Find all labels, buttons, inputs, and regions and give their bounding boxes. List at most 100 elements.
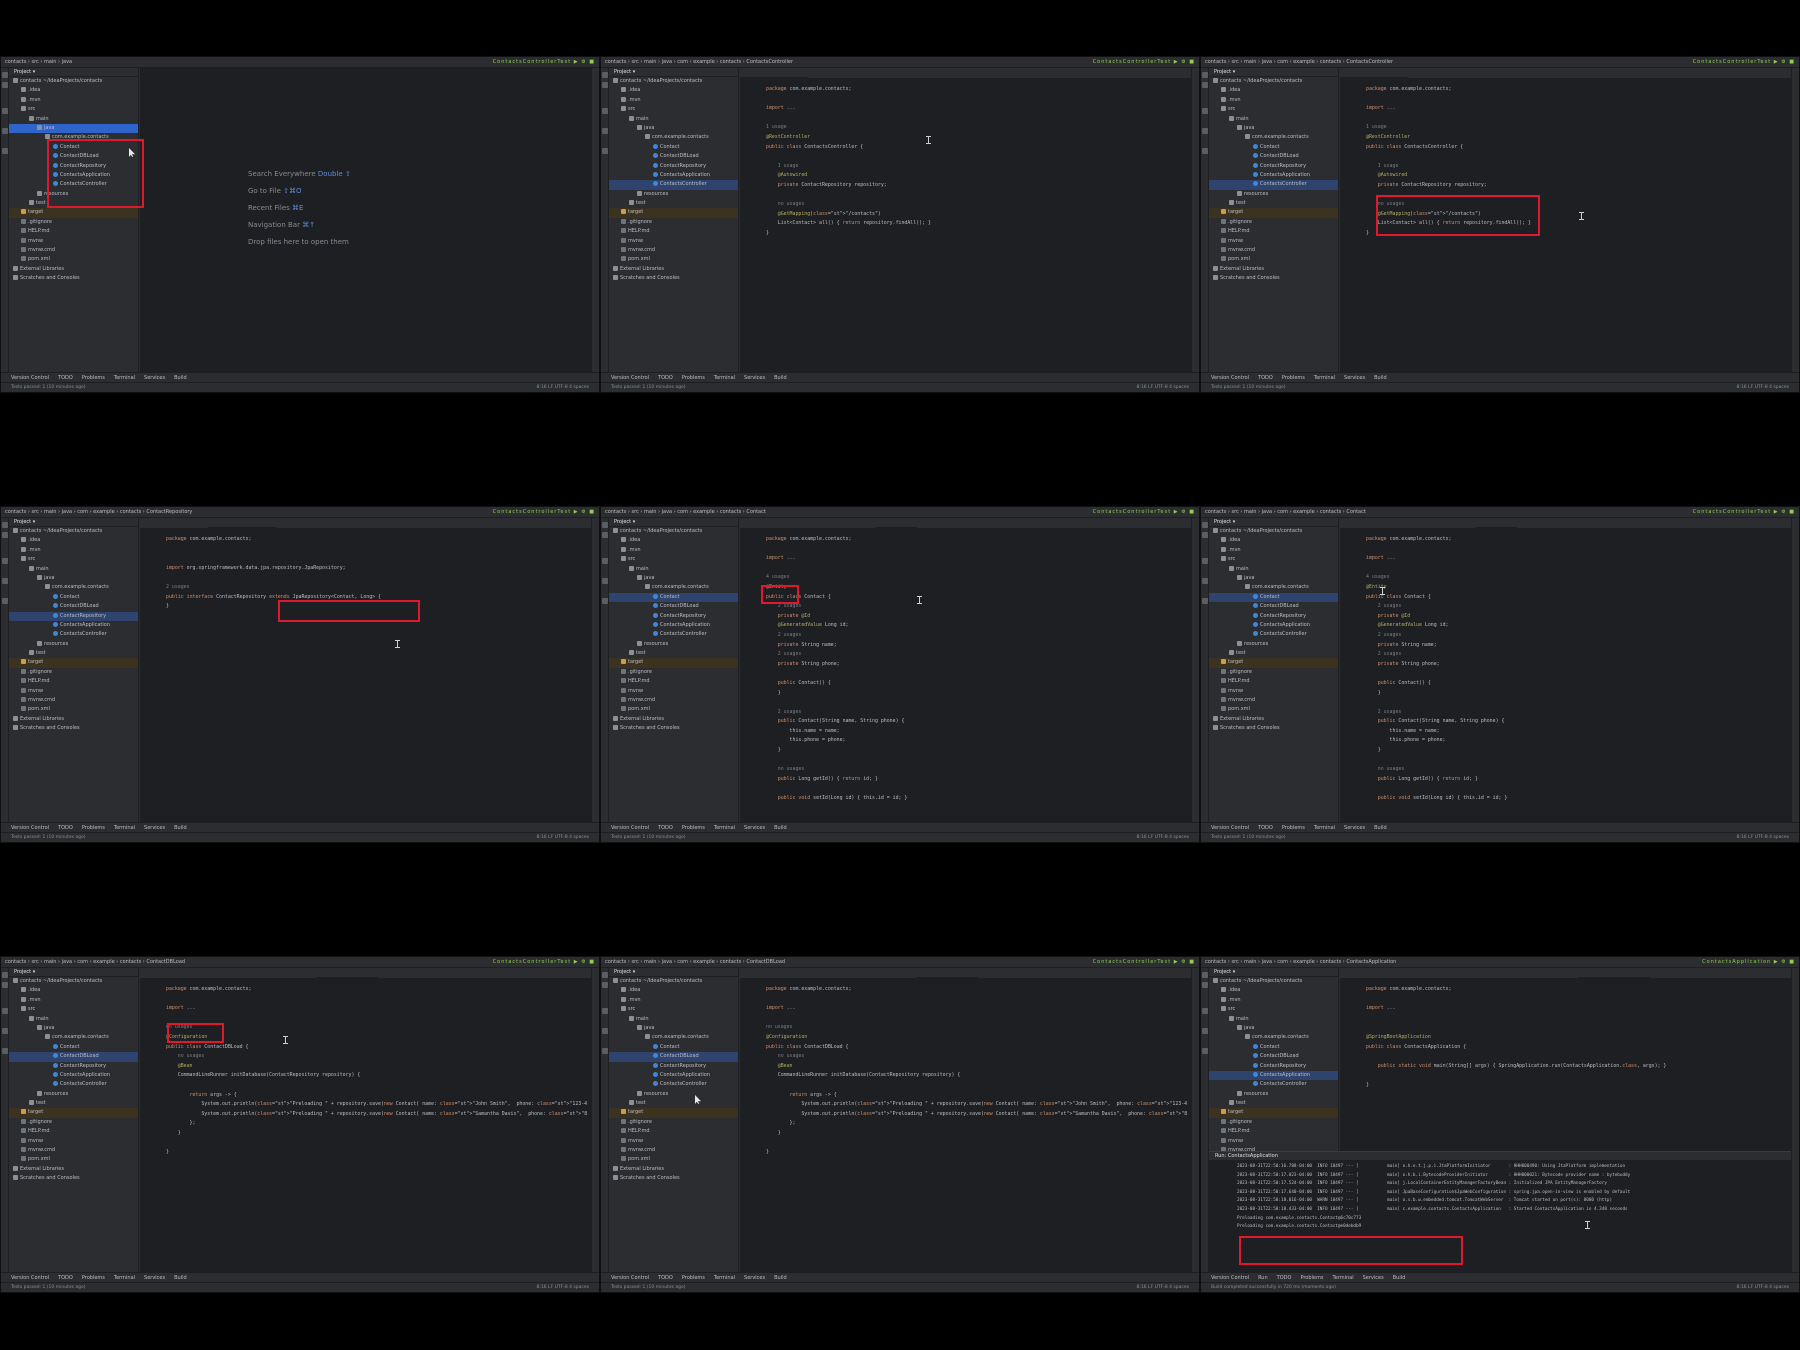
bottom-tool-tab[interactable]: TODO <box>658 1275 673 1281</box>
tree-item[interactable]: resources <box>609 640 738 649</box>
tree-item[interactable]: HELP.md <box>9 1127 138 1136</box>
bottom-tool-tab[interactable]: Services <box>1363 1275 1384 1281</box>
tree-item[interactable]: target <box>609 658 738 668</box>
tree-item[interactable]: .idea <box>609 536 738 545</box>
code-editor[interactable]: 1package com.example.contacts;23import .… <box>740 979 1191 1272</box>
project-tool-header[interactable]: Project ▾ <box>609 68 738 77</box>
status-right-info[interactable]: 8:16 LF UTF-8 4 spaces <box>1737 1283 1789 1292</box>
bottom-tool-tab[interactable]: Terminal <box>1332 1275 1353 1281</box>
bottom-tool-tab[interactable]: Terminal <box>1314 375 1335 381</box>
bookmarks-icon[interactable] <box>1202 108 1208 114</box>
tree-item[interactable]: .gitignore <box>9 218 138 227</box>
tree-item[interactable]: External Libraries <box>1209 265 1338 274</box>
tree-item[interactable]: HELP.md <box>9 677 138 686</box>
tree-item[interactable]: mvnw <box>9 1137 138 1146</box>
tree-item[interactable]: Contact <box>609 143 738 152</box>
tree-item[interactable]: mvnw.cmd <box>609 696 738 705</box>
tree-item[interactable]: ContactDBLoad <box>9 602 138 611</box>
tree-item[interactable]: test <box>9 1099 138 1108</box>
bookmarks-icon[interactable] <box>2 108 8 114</box>
tree-item[interactable]: main <box>609 115 738 124</box>
tree-item[interactable]: ContactsController <box>609 180 738 190</box>
tree-item[interactable]: com.example.contacts <box>1209 583 1338 592</box>
tree-item[interactable]: java <box>9 1024 138 1033</box>
tree-item[interactable]: Scratches and Consoles <box>609 724 738 733</box>
tree-item[interactable]: target <box>9 208 138 218</box>
code-editor[interactable]: 1package com.example.contacts;23import .… <box>740 79 1191 372</box>
project-tool-icon[interactable] <box>2 522 8 528</box>
jpa-structure-icon[interactable] <box>1202 598 1208 604</box>
tree-item[interactable]: mvnw <box>1209 237 1338 246</box>
tree-item[interactable]: Contact <box>1209 1043 1338 1052</box>
bottom-tool-tab[interactable]: Services <box>744 1275 765 1281</box>
tree-item[interactable]: Contact <box>609 1043 738 1052</box>
commit-tool-icon[interactable] <box>602 532 608 538</box>
tree-item[interactable]: pom.xml <box>9 705 138 714</box>
tree-item[interactable]: resources <box>609 1090 738 1099</box>
bottom-tool-tab[interactable]: Build <box>774 1275 787 1281</box>
tree-item[interactable]: com.example.contacts <box>1209 1033 1338 1042</box>
tree-item[interactable]: ContactsController <box>9 630 138 639</box>
run-configuration-selector[interactable]: ContactsControllerTest ▶ ⚙ ■ <box>1693 57 1795 68</box>
commit-tool-icon[interactable] <box>1202 982 1208 988</box>
tree-item[interactable]: resources <box>9 640 138 649</box>
run-configuration-selector[interactable]: ContactsControllerTest ▶ ⚙ ■ <box>493 507 595 518</box>
tree-item[interactable]: .idea <box>9 536 138 545</box>
tree-item[interactable]: .mvn <box>609 546 738 555</box>
bottom-tool-tab[interactable]: TODO <box>1258 825 1273 831</box>
bookmarks-icon[interactable] <box>602 558 608 564</box>
tree-item[interactable]: ContactDBLoad <box>1209 602 1338 611</box>
bookmarks-icon[interactable] <box>2 1008 8 1014</box>
bottom-tool-tab[interactable]: Problems <box>82 825 105 831</box>
tree-item[interactable]: .idea <box>1209 86 1338 95</box>
bottom-tool-tab[interactable]: Problems <box>682 825 705 831</box>
tree-item[interactable]: External Libraries <box>609 265 738 274</box>
tree-item[interactable]: mvnw <box>609 237 738 246</box>
tree-item[interactable]: resources <box>1209 1090 1338 1099</box>
bottom-tool-tab[interactable]: Problems <box>82 375 105 381</box>
bottom-tool-tab[interactable]: Build <box>1393 1275 1406 1281</box>
bottom-tool-tab[interactable]: Terminal <box>714 1275 735 1281</box>
commit-tool-icon[interactable] <box>1202 532 1208 538</box>
tree-item[interactable]: ContactRepository <box>609 162 738 171</box>
tree-item[interactable]: com.example.contacts <box>609 133 738 142</box>
code-editor[interactable]: 1package com.example.contacts;23import .… <box>740 529 1191 822</box>
bottom-tool-tab[interactable]: Version Control <box>611 1275 649 1281</box>
tree-item[interactable]: ContactsApplication <box>9 1071 138 1080</box>
tree-item[interactable]: Contact <box>9 593 138 602</box>
tree-item[interactable]: pom.xml <box>1209 705 1338 714</box>
bottom-tool-tab[interactable]: Terminal <box>114 375 135 381</box>
tree-item[interactable]: ContactsApplication <box>609 1071 738 1080</box>
tree-item[interactable]: ContactsController <box>9 1080 138 1089</box>
tree-item[interactable]: target <box>609 208 738 218</box>
breadcrumb-path[interactable]: contacts › src › main › java › com › exa… <box>605 959 785 965</box>
tree-item[interactable]: pom.xml <box>609 705 738 714</box>
bookmarks-icon[interactable] <box>1202 1008 1208 1014</box>
tree-item[interactable]: mvnw.cmd <box>1209 696 1338 705</box>
tree-item[interactable]: mvnw.cmd <box>609 246 738 255</box>
tree-item[interactable]: java <box>609 124 738 133</box>
tree-item[interactable]: pom.xml <box>9 1155 138 1164</box>
project-tool-icon[interactable] <box>602 972 608 978</box>
status-right-info[interactable]: 8:16 LF UTF-8 4 spaces <box>537 833 589 842</box>
bottom-tool-tab[interactable]: Services <box>144 825 165 831</box>
run-configuration-selector[interactable]: ContactsControllerTest ▶ ⚙ ■ <box>493 57 595 68</box>
tree-item[interactable]: .mvn <box>9 96 138 105</box>
tree-item[interactable]: .gitignore <box>1209 668 1338 677</box>
bottom-tool-tab[interactable]: Run <box>1258 1275 1268 1281</box>
bottom-tool-tab[interactable]: Build <box>774 375 787 381</box>
tree-item[interactable]: HELP.md <box>9 227 138 236</box>
bottom-tool-tab[interactable]: Services <box>744 375 765 381</box>
tree-item[interactable]: Contact <box>1209 592 1338 603</box>
tree-item[interactable]: .gitignore <box>9 668 138 677</box>
breadcrumb-path[interactable]: contacts › src › main › java › com › exa… <box>5 509 192 515</box>
structure-icon[interactable] <box>2 1028 8 1034</box>
tree-item[interactable]: mvnw.cmd <box>9 696 138 705</box>
bottom-tool-tab[interactable]: Version Control <box>11 375 49 381</box>
jpa-structure-icon[interactable] <box>602 148 608 154</box>
tree-item[interactable]: External Libraries <box>1209 715 1338 724</box>
tree-item[interactable]: contacts ~/IdeaProjects/contacts <box>609 527 738 536</box>
bottom-tool-tab[interactable]: Version Control <box>611 375 649 381</box>
jpa-structure-icon[interactable] <box>602 1048 608 1054</box>
tree-item[interactable]: ContactRepository <box>609 612 738 621</box>
